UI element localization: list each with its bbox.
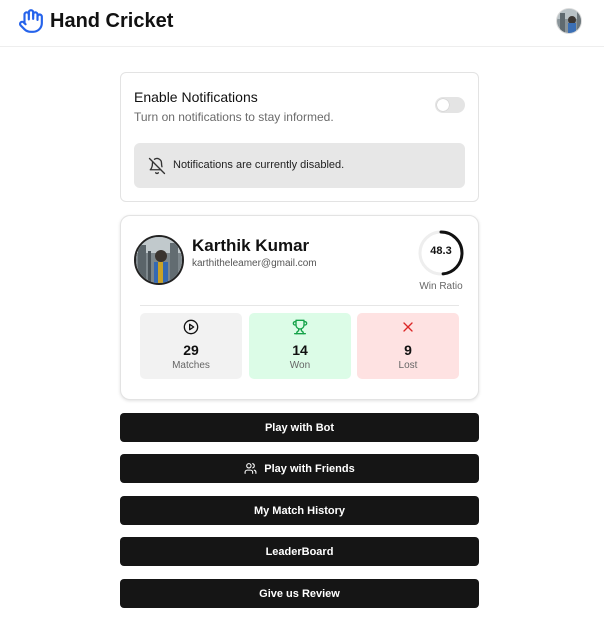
users-icon bbox=[244, 463, 257, 474]
lost-value: 9 bbox=[404, 342, 412, 358]
play-with-friends-label: Play with Friends bbox=[264, 462, 355, 475]
profile-email: karthitheleamer@gmail.com bbox=[192, 258, 317, 269]
play-with-bot-button[interactable]: Play with Bot bbox=[120, 413, 479, 442]
won-value: 14 bbox=[292, 342, 308, 358]
notifications-title: Enable Notifications bbox=[134, 89, 258, 105]
win-ratio-label: Win Ratio bbox=[419, 281, 463, 292]
play-with-friends-button[interactable]: Play with Friends bbox=[120, 454, 479, 483]
notifications-toggle[interactable] bbox=[435, 97, 465, 113]
notifications-card: Enable Notifications Turn on notificatio… bbox=[120, 72, 479, 202]
give-review-label: Give us Review bbox=[259, 587, 340, 600]
x-icon bbox=[403, 322, 413, 332]
matches-value: 29 bbox=[183, 342, 199, 358]
win-ratio-ring: 48.3 bbox=[416, 228, 466, 278]
notifications-status-text: Notifications are currently disabled. bbox=[173, 159, 345, 171]
app-header: Hand Cricket bbox=[0, 0, 604, 47]
match-history-button[interactable]: My Match History bbox=[120, 496, 479, 525]
app-title: Hand Cricket bbox=[50, 10, 174, 32]
match-history-label: My Match History bbox=[253, 504, 346, 517]
user-avatar[interactable] bbox=[556, 8, 582, 34]
won-label: Won bbox=[289, 360, 311, 371]
give-review-button[interactable]: Give us Review bbox=[120, 579, 479, 608]
trophy-icon bbox=[292, 319, 308, 335]
leaderboard-button[interactable]: LeaderBoard bbox=[120, 537, 479, 566]
profile-avatar bbox=[134, 235, 184, 285]
lost-label: Lost bbox=[398, 360, 418, 371]
profile-card: Karthik Kumar karthitheleamer@gmail.com … bbox=[120, 215, 479, 400]
notifications-subtitle: Turn on notifications to stay informed. bbox=[134, 110, 334, 124]
hand-icon[interactable] bbox=[18, 8, 44, 34]
play-circle-icon bbox=[183, 319, 199, 335]
notifications-status-banner: Notifications are currently disabled. bbox=[134, 143, 465, 188]
win-ratio-value: 48.3 bbox=[430, 245, 452, 257]
profile-name: Karthik Kumar bbox=[192, 236, 310, 255]
divider bbox=[140, 305, 459, 306]
toggle-knob bbox=[437, 99, 449, 111]
play-with-bot-label: Play with Bot bbox=[264, 421, 335, 434]
stat-matches: 29 Matches bbox=[140, 313, 242, 379]
matches-label: Matches bbox=[172, 360, 210, 371]
bell-off-icon bbox=[148, 157, 166, 175]
stat-lost: 9 Lost bbox=[357, 313, 459, 379]
leaderboard-label: LeaderBoard bbox=[265, 545, 334, 558]
stat-won: 14 Won bbox=[249, 313, 351, 379]
